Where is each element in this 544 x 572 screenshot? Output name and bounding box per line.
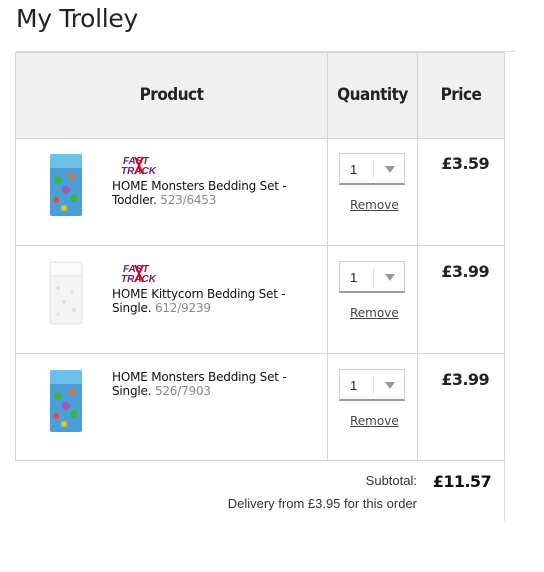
quantity-value: 1 (350, 162, 358, 177)
table-row: HOME Monsters Bedding Set - Single. 526/… (16, 354, 504, 461)
summary-divider (504, 461, 505, 521)
header-price: Price (440, 85, 482, 105)
remove-link[interactable]: Remove (350, 414, 399, 428)
item-price: £3.59 (441, 154, 489, 173)
quantity-select[interactable]: 1 (339, 369, 405, 401)
product-sku: 523/6453 (160, 193, 217, 207)
item-price: £3.99 (441, 262, 489, 281)
subtotal-label: Subtotal: (365, 473, 417, 488)
chevron-down-icon (385, 274, 395, 281)
subtotal-value: £11.57 (432, 472, 492, 491)
chevron-down-icon (385, 382, 395, 389)
trolley-table: Product Quantity Price FAST TRACK HOME M… (15, 52, 505, 461)
header-product: Product (139, 85, 204, 105)
select-divider (373, 376, 374, 394)
product-name[interactable]: HOME Kittycorn Bedding Set - Single. 612… (112, 287, 302, 315)
select-divider (373, 268, 374, 286)
product-sku: 612/9239 (154, 301, 211, 315)
item-price: £3.99 (441, 370, 489, 389)
remove-link[interactable]: Remove (350, 198, 399, 212)
table-row: FAST TRACK HOME Monsters Bedding Set - T… (16, 138, 504, 246)
header-quantity: Quantity (337, 85, 408, 105)
delivery-note: Delivery from £3.95 for this order (227, 496, 417, 511)
page-title: My Trolley (16, 4, 139, 33)
chevron-down-icon (385, 166, 395, 173)
product-name[interactable]: HOME Monsters Bedding Set - Single. 526/… (112, 370, 302, 398)
fast-track-icon: FAST TRACK (121, 156, 157, 175)
quantity-value: 1 (350, 270, 358, 285)
quantity-value: 1 (350, 378, 358, 393)
product-name[interactable]: HOME Monsters Bedding Set - Toddler. 523… (112, 179, 302, 207)
quantity-select[interactable]: 1 (339, 153, 405, 185)
remove-link[interactable]: Remove (350, 306, 399, 320)
monsters-bedding-thumbnail-icon[interactable] (46, 152, 86, 218)
kittycorn-bedding-thumbnail-icon[interactable] (46, 260, 86, 326)
fast-track-icon: FAST TRACK (121, 264, 157, 283)
select-divider (373, 160, 374, 178)
product-sku: 526/7903 (154, 384, 211, 398)
table-row: FAST TRACK HOME Kittycorn Bedding Set - … (16, 246, 504, 354)
monsters-bedding-thumbnail-icon[interactable] (46, 368, 86, 434)
quantity-select[interactable]: 1 (339, 261, 405, 293)
table-header: Product Quantity Price (16, 53, 504, 139)
